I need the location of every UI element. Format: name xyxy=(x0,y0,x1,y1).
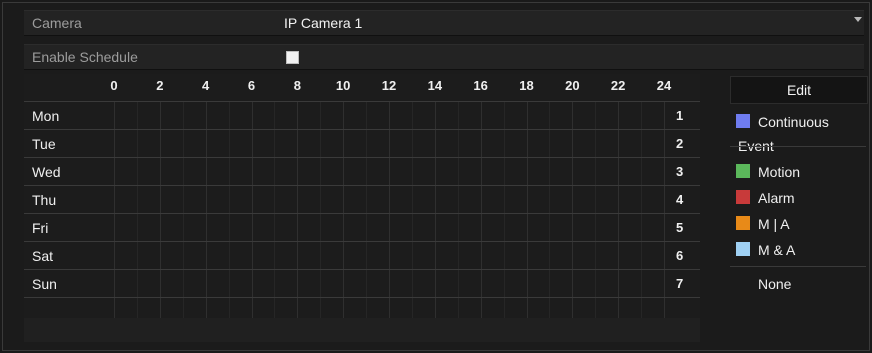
row-divider xyxy=(24,297,700,298)
legend-swatch xyxy=(736,242,750,256)
day-row-sun[interactable]: Sun 7 xyxy=(24,270,700,298)
day-row-tue[interactable]: Tue 2 xyxy=(24,130,700,158)
day-copy-index[interactable]: 3 xyxy=(676,164,683,179)
day-label: Thu xyxy=(32,192,57,208)
legend-item[interactable]: Alarm xyxy=(730,186,866,210)
enable-schedule-label: Enable Schedule xyxy=(32,49,138,65)
legend-item[interactable]: M | A xyxy=(730,212,866,236)
legend-item[interactable]: M & A xyxy=(730,238,866,262)
hour-label: 16 xyxy=(473,78,488,93)
hour-label: 14 xyxy=(427,78,443,93)
camera-row[interactable]: Camera IP Camera 1 xyxy=(24,10,864,36)
day-copy-index[interactable]: 4 xyxy=(676,192,683,207)
day-label: Fri xyxy=(32,220,49,236)
camera-select-value[interactable]: IP Camera 1 xyxy=(284,15,362,31)
day-copy-index[interactable]: 7 xyxy=(676,276,683,291)
enable-schedule-checkbox[interactable] xyxy=(286,51,299,64)
continuous-label: Continuous xyxy=(758,114,829,130)
legend-none[interactable]: None xyxy=(730,272,866,296)
legend-continuous[interactable]: Continuous xyxy=(730,110,866,134)
legend-swatch xyxy=(736,190,750,204)
hour-label: 18 xyxy=(519,78,534,93)
day-label: Mon xyxy=(32,108,60,124)
hour-label: 6 xyxy=(247,78,256,93)
day-copy-index[interactable]: 6 xyxy=(676,248,683,263)
hour-label: 10 xyxy=(335,78,351,93)
schedule-grid[interactable]: 0 2 4 6 8 10 12 14 16 18 20 22 24 Mon 1 Tue 2 Wed 3 Thu 4 Fri… xyxy=(24,74,700,342)
day-row-wed[interactable]: Wed 3 xyxy=(24,158,700,186)
legend-label: M | A xyxy=(758,216,790,232)
day-label: Tue xyxy=(32,136,56,152)
day-label: Sat xyxy=(32,248,54,264)
hour-label: 12 xyxy=(381,78,397,93)
day-label: Wed xyxy=(32,164,61,180)
legend-label: Motion xyxy=(758,164,801,180)
legend-label: Alarm xyxy=(758,190,795,206)
chevron-down-icon[interactable] xyxy=(854,17,862,22)
event-divider xyxy=(730,146,866,147)
day-row-mon[interactable]: Mon 1 xyxy=(24,102,700,130)
hour-label: 2 xyxy=(156,78,164,93)
day-copy-index[interactable]: 5 xyxy=(676,220,683,235)
day-row-sat[interactable]: Sat 6 xyxy=(24,242,700,270)
none-label: None xyxy=(758,276,792,292)
continuous-swatch xyxy=(736,114,750,128)
hour-label: 22 xyxy=(610,78,626,93)
edit-button[interactable]: Edit xyxy=(730,76,868,104)
day-row-fri[interactable]: Fri 5 xyxy=(24,214,700,242)
hour-label: 8 xyxy=(293,78,301,93)
camera-label: Camera xyxy=(32,15,82,31)
hour-label: 0 xyxy=(110,78,118,93)
legend-item[interactable]: Motion xyxy=(730,160,866,184)
hour-label: 24 xyxy=(656,78,672,93)
hour-label: 4 xyxy=(202,78,210,93)
legend-swatch xyxy=(736,164,750,178)
hour-label: 20 xyxy=(565,78,580,93)
enable-schedule-row: Enable Schedule xyxy=(24,44,864,70)
legend-swatch xyxy=(736,216,750,230)
none-divider xyxy=(730,266,866,267)
day-row-thu[interactable]: Thu 4 xyxy=(24,186,700,214)
header-divider xyxy=(24,101,700,102)
day-copy-index[interactable]: 1 xyxy=(676,108,683,123)
legend-label: M & A xyxy=(758,242,796,258)
day-copy-index[interactable]: 2 xyxy=(676,136,683,151)
day-label: Sun xyxy=(32,276,57,292)
grid-footer-band xyxy=(24,318,700,342)
